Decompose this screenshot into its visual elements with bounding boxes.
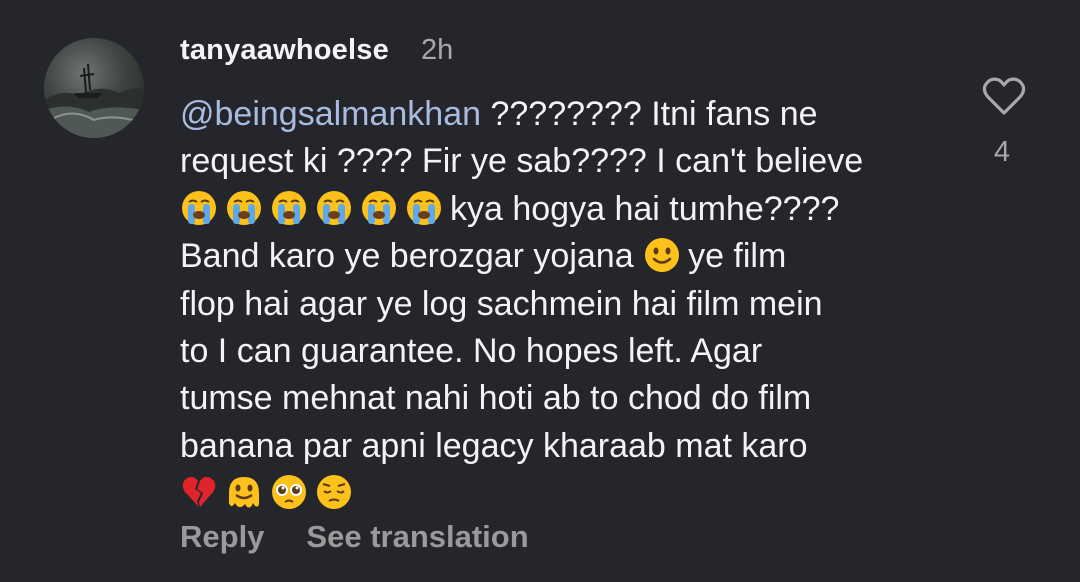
comment-line: @beingsalmankhan ???????? Itni fans ne (180, 91, 950, 138)
like-count: 4 (993, 136, 1011, 168)
comment-line: tumse mehnat nahi hoti ab to chod do fil… (180, 379, 812, 418)
slightly-smiling-face-icon (643, 236, 681, 274)
comment-line: flop hai agar ye log sachmein hai film m… (180, 284, 823, 323)
loudly-crying-face-icon (315, 189, 353, 227)
comment-line: to I can guarantee. No hopes left. Agar (180, 331, 763, 370)
heart-outline-icon (982, 77, 1026, 115)
loudly-crying-face-icon (405, 189, 443, 227)
comment-line: Band karo ye berozgar yojana ye film (180, 233, 950, 280)
pleading-face-icon (270, 473, 308, 511)
melting-face-icon (225, 473, 263, 511)
comment-line: request ki ???? Fir ye sab???? I can't b… (180, 142, 864, 181)
avatar[interactable] (44, 38, 144, 138)
comment-text-segment: ???????? Itni fans ne (481, 95, 818, 133)
loudly-crying-face-icon (180, 189, 218, 227)
comment-text-segment: Band karo ye berozgar yojana (180, 237, 634, 276)
see-translation-button[interactable]: See translation (306, 519, 528, 554)
comment-text-segment: kya hogya hai tumhe???? (450, 189, 840, 228)
comment-text: @beingsalmankhan ???????? Itni fans ne r… (180, 91, 950, 518)
comment-text-segment: ye film (688, 237, 787, 276)
comment-timestamp: 2h (421, 34, 454, 66)
like-button[interactable] (982, 76, 1026, 116)
loudly-crying-face-icon (225, 189, 263, 227)
pensive-face-icon (315, 473, 353, 511)
loudly-crying-face-icon (270, 189, 308, 227)
comment-actions: Reply See translation (180, 519, 529, 555)
comment-line: kya hogya hai tumhe???? (180, 186, 950, 233)
broken-heart-icon (180, 473, 218, 511)
mention-link[interactable]: @beingsalmankhan (180, 95, 481, 133)
comment-line: banana par apni legacy kharaab mat karo (180, 426, 808, 465)
loudly-crying-face-icon (360, 189, 398, 227)
comment-line (180, 470, 950, 517)
comment-username[interactable]: tanyaawhoelse (180, 34, 389, 67)
reply-button[interactable]: Reply (180, 519, 264, 554)
